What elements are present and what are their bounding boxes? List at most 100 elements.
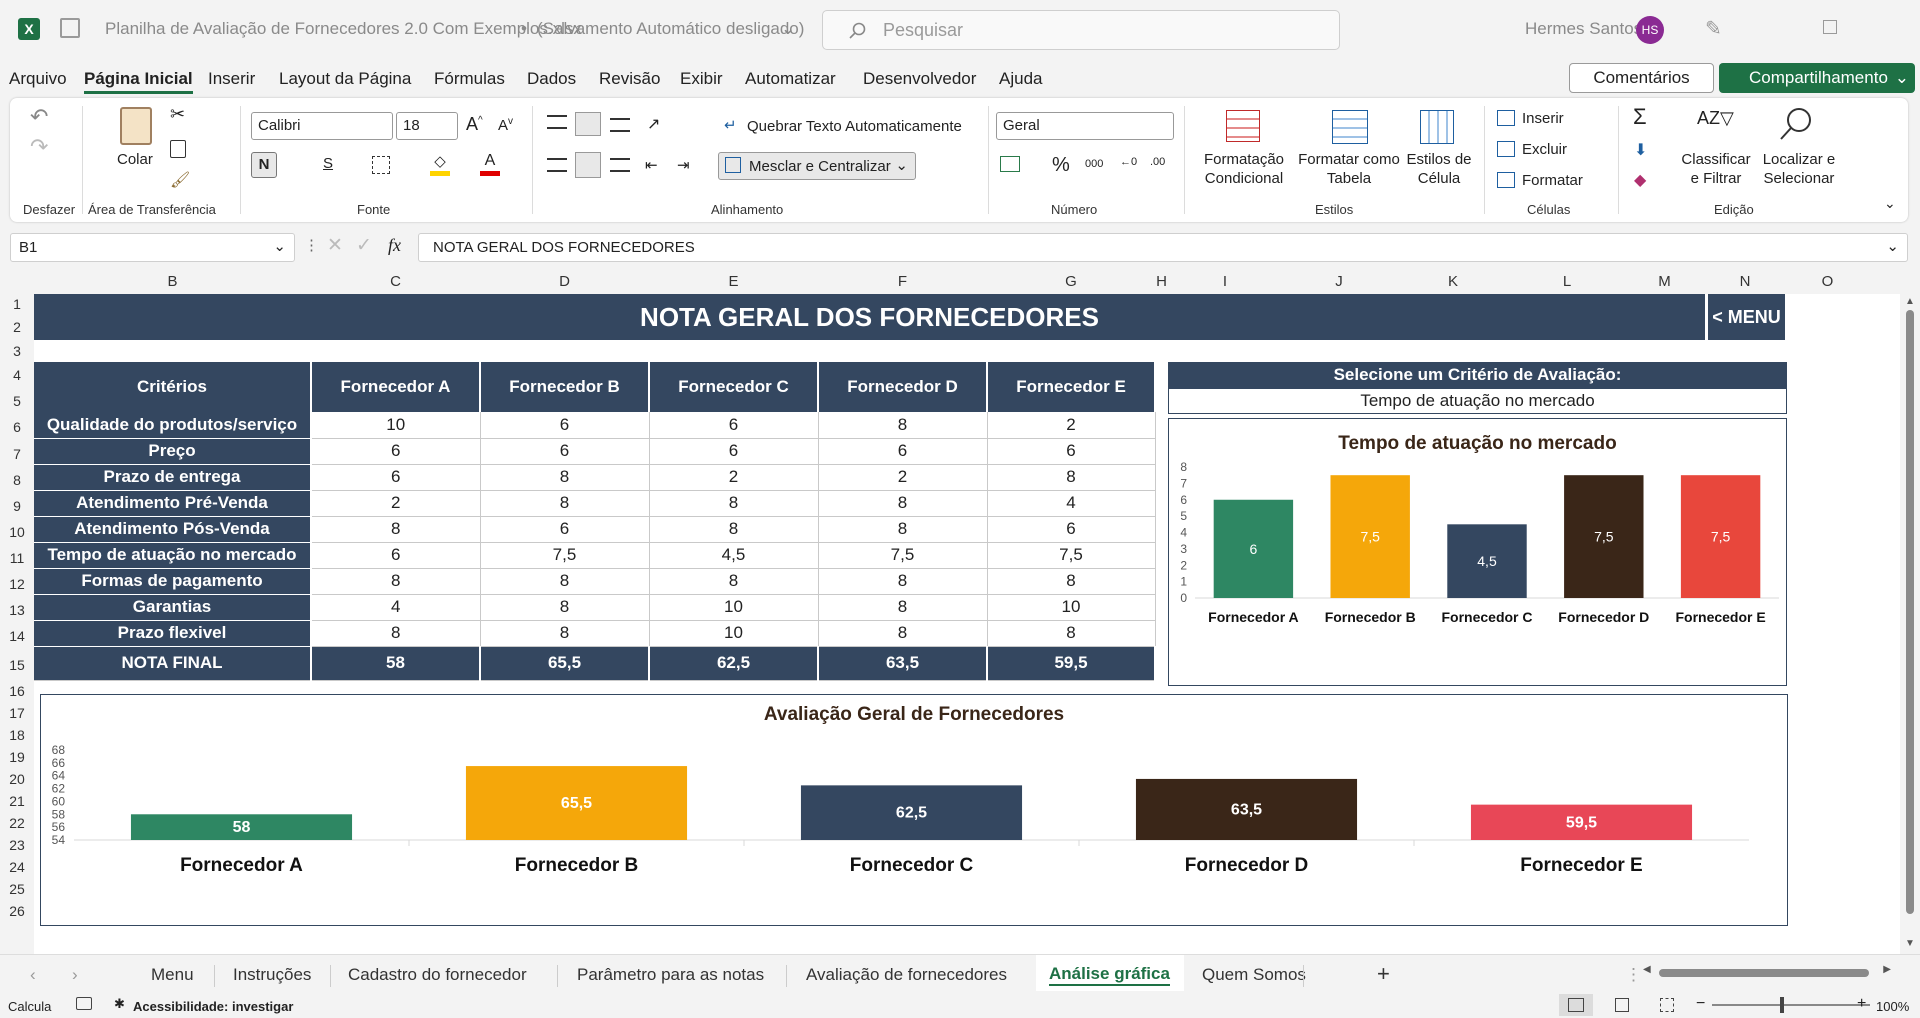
menu-formulas[interactable]: Fórmulas (434, 69, 505, 89)
undo-icon[interactable]: ↶ (30, 104, 48, 130)
column-header[interactable]: D (480, 273, 649, 290)
tab-avaliacao[interactable]: Avaliação de fornecedores (806, 965, 1007, 985)
row-header[interactable]: 19 (0, 746, 34, 768)
row-header[interactable]: 14 (0, 623, 34, 649)
row-header[interactable]: 8 (0, 467, 34, 493)
tab-parametro[interactable]: Parâmetro para as notas (577, 965, 764, 985)
macro-icon[interactable] (76, 997, 92, 1010)
row-header[interactable]: 12 (0, 571, 34, 597)
criterion-label[interactable]: Prazo de entrega (34, 464, 312, 491)
criterion-label[interactable]: Tempo de atuação no mercado (34, 542, 312, 569)
score-cell[interactable]: 8 (649, 568, 819, 595)
row-header[interactable]: 3 (0, 340, 34, 362)
row-header[interactable]: 21 (0, 790, 34, 812)
column-header[interactable]: N (1705, 273, 1785, 290)
column-header[interactable]: K (1396, 273, 1510, 290)
score-cell[interactable]: 8 (480, 464, 650, 491)
sort-filter-button[interactable]: Classificar e Filtrar (1676, 150, 1756, 188)
supplier-header[interactable]: Fornecedor E (987, 362, 1156, 412)
horizontal-scrollbar[interactable]: ◀ ▶ (1643, 964, 1891, 980)
score-cell[interactable]: 6 (311, 438, 481, 465)
orientation-icon[interactable]: ↗ (647, 114, 660, 134)
format-cells-button[interactable]: Formatar (1522, 172, 1583, 189)
column-header[interactable]: B (34, 273, 311, 290)
score-cell[interactable]: 8 (987, 620, 1156, 647)
collapse-ribbon-icon[interactable]: ⌄ (1884, 195, 1896, 212)
score-cell[interactable]: 7,5 (818, 542, 988, 569)
final-score[interactable]: 59,5 (987, 646, 1156, 681)
fill-icon[interactable]: ⬇ (1634, 140, 1647, 160)
column-header[interactable]: M (1624, 273, 1705, 290)
row-header[interactable]: 22 (0, 812, 34, 834)
score-cell[interactable]: 6 (480, 412, 650, 439)
score-cell[interactable]: 8 (311, 516, 481, 543)
more-options-icon[interactable]: ⋮ (304, 236, 319, 254)
align-left-icon[interactable] (547, 158, 567, 172)
menu-inserir[interactable]: Inserir (208, 69, 255, 89)
tab-instrucoes[interactable]: Instruções (233, 965, 311, 985)
score-cell[interactable]: 4 (311, 594, 481, 621)
scroll-thumb[interactable] (1906, 310, 1914, 914)
score-cell[interactable]: 8 (480, 594, 650, 621)
row-header[interactable]: 17 (0, 702, 34, 724)
align-top-icon[interactable] (547, 115, 567, 129)
column-header[interactable]: H (1155, 273, 1168, 290)
column-header[interactable]: C (311, 273, 480, 290)
column-header[interactable]: G (987, 273, 1155, 290)
column-header[interactable]: E (649, 273, 818, 290)
score-cell[interactable]: 8 (649, 490, 819, 517)
row-header[interactable]: 11 (0, 545, 34, 571)
score-cell[interactable]: 2 (987, 412, 1156, 439)
row-header[interactable]: 16 (0, 681, 34, 702)
row-header[interactable]: 24 (0, 856, 34, 878)
score-cell[interactable]: 6 (818, 438, 988, 465)
autosum-icon[interactable]: Σ (1633, 104, 1647, 130)
chevron-down-icon[interactable]: ⌄ (781, 19, 795, 39)
underline-button[interactable]: S (323, 155, 333, 172)
score-cell[interactable]: 10 (649, 594, 819, 621)
score-cell[interactable]: 6 (480, 516, 650, 543)
font-size-select[interactable]: 18 (396, 112, 458, 140)
cell-styles-icon[interactable] (1420, 110, 1454, 144)
tab-quem-somos[interactable]: Quem Somos (1202, 965, 1306, 985)
wrap-text-icon[interactable]: ↵ (724, 116, 737, 134)
score-cell[interactable]: 6 (311, 464, 481, 491)
row-header[interactable]: 7 (0, 441, 34, 467)
final-score[interactable]: 62,5 (649, 646, 819, 681)
score-cell[interactable]: 6 (649, 412, 819, 439)
select-all-corner[interactable] (0, 269, 34, 294)
score-cell[interactable]: 7,5 (480, 542, 650, 569)
save-icon[interactable] (60, 18, 80, 38)
find-select-button[interactable]: Localizar e Selecionar (1754, 150, 1844, 188)
fill-color-icon[interactable]: ◇ (430, 152, 450, 176)
conditional-format-button[interactable]: Formatação Condicional (1196, 150, 1292, 188)
percent-icon[interactable]: % (1052, 154, 1070, 177)
menu-ajuda[interactable]: Ajuda (999, 69, 1042, 89)
criterion-chart[interactable]: Tempo de atuação no mercado 0 1 2 3 4 5 6 7 8 6 For… (1168, 418, 1787, 686)
font-color-icon[interactable]: A (480, 152, 500, 176)
row-header[interactable]: 6 (0, 414, 34, 441)
menu-layout-pagina[interactable]: Layout da Página (279, 69, 411, 89)
criterion-label[interactable]: Atendimento Pós-Venda (34, 516, 312, 543)
supplier-header[interactable]: Fornecedor A (311, 362, 481, 412)
score-cell[interactable]: 6 (987, 438, 1156, 465)
score-cell[interactable]: 8 (818, 490, 988, 517)
clear-icon[interactable]: ◆ (1634, 170, 1646, 190)
score-cell[interactable]: 8 (987, 464, 1156, 491)
final-score[interactable]: 65,5 (480, 646, 650, 681)
score-cell[interactable]: 8 (480, 568, 650, 595)
score-cell[interactable]: 8 (818, 594, 988, 621)
chevron-down-icon[interactable]: ⌄ (273, 237, 286, 255)
scroll-up-icon[interactable]: ▲ (1905, 296, 1915, 307)
scroll-right-icon[interactable]: ▶ (1883, 964, 1891, 975)
score-cell[interactable]: 8 (818, 412, 988, 439)
row-header[interactable]: 13 (0, 597, 34, 623)
menu-pagina-inicial[interactable]: Página Inicial (84, 69, 193, 94)
score-cell[interactable]: 4,5 (649, 542, 819, 569)
score-cell[interactable]: 8 (480, 620, 650, 647)
format-as-table-icon[interactable] (1332, 110, 1368, 144)
cell-styles-button[interactable]: Estilos de Célula (1404, 150, 1474, 188)
tab-scroll-left-icon[interactable]: ‹ (30, 965, 36, 985)
align-right-icon[interactable] (610, 158, 630, 172)
comma-style-icon[interactable]: 000 (1085, 158, 1103, 170)
